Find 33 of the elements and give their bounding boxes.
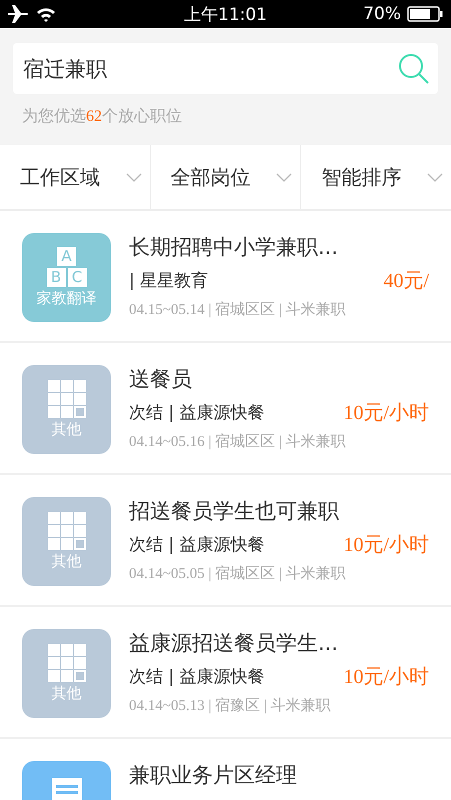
letter-block: B <box>46 268 66 287</box>
pay-rate: 40元/ <box>383 269 429 294</box>
job-title: 长期招聘中小学兼职... <box>129 234 340 261</box>
search-field[interactable]: 宿迁兼职 <box>13 43 438 94</box>
category-label: 其他 <box>52 420 82 439</box>
employer-text: | 星星教育 <box>129 270 208 292</box>
job-title: 送餐员 <box>129 366 193 393</box>
employer-text: 次结 | 益康源快餐 <box>129 666 265 688</box>
pay-rate: 10元/小时 <box>343 533 429 558</box>
job-details: 04.15~05.14 | 宿城区区 | 斗米兼职 <box>129 300 347 319</box>
category-label: 其他 <box>52 684 82 703</box>
job-card[interactable]: 兼职业务片区经理 <box>0 739 451 800</box>
pay-rate: 10元/小时 <box>343 401 429 426</box>
category-label: 其他 <box>52 552 82 571</box>
job-title: 兼职业务片区经理 <box>129 762 298 789</box>
job-details: 04.14~05.16 | 宿城区区 | 斗米兼职 <box>129 432 347 451</box>
job-title: 招送餐员学生也可兼职 <box>129 498 340 525</box>
job-details: 04.14~05.13 | 宿豫区 | 斗米兼职 <box>129 696 332 715</box>
letter-block: C <box>68 268 86 287</box>
job-title: 益康源招送餐员学生... <box>129 630 340 657</box>
job-details: 04.14~05.05 | 宿城区区 | 斗米兼职 <box>129 564 347 583</box>
employer-text: 次结 | 益康源快餐 <box>129 402 265 424</box>
battery-percent: 70% <box>363 4 401 24</box>
job-card[interactable]: A B C 家教翻译 长期招聘中小学兼职... | 星星教育 40元/ 04.15~05.14 | 宿城区区 | 斗米兼职 <box>0 211 451 343</box>
pay-rate: 10元/小时 <box>343 665 429 690</box>
employer-text: 次结 | 益康源快餐 <box>129 534 265 556</box>
letter-block: A <box>57 247 76 266</box>
job-card[interactable]: 其他 益康源招送餐员学生... 次结 | 益康源快餐 10元/小时 04.14~05.13 | 宿豫区 | 斗米兼职 <box>0 607 451 739</box>
status-time: 上午11:01 <box>184 4 267 26</box>
results-summary: 为您优选62个放心职位 <box>22 106 183 127</box>
job-card[interactable]: 其他 送餐员 次结 | 益康源快餐 10元/小时 04.14~05.16 | 宿城区区 | 斗米兼职 <box>0 343 451 475</box>
job-card[interactable]: 其他 招送餐员学生也可兼职 次结 | 益康源快餐 10元/小时 04.14~05.05 | 宿城区区 | 斗米兼职 <box>0 475 451 607</box>
category-label: 家教翻译 <box>36 289 96 308</box>
